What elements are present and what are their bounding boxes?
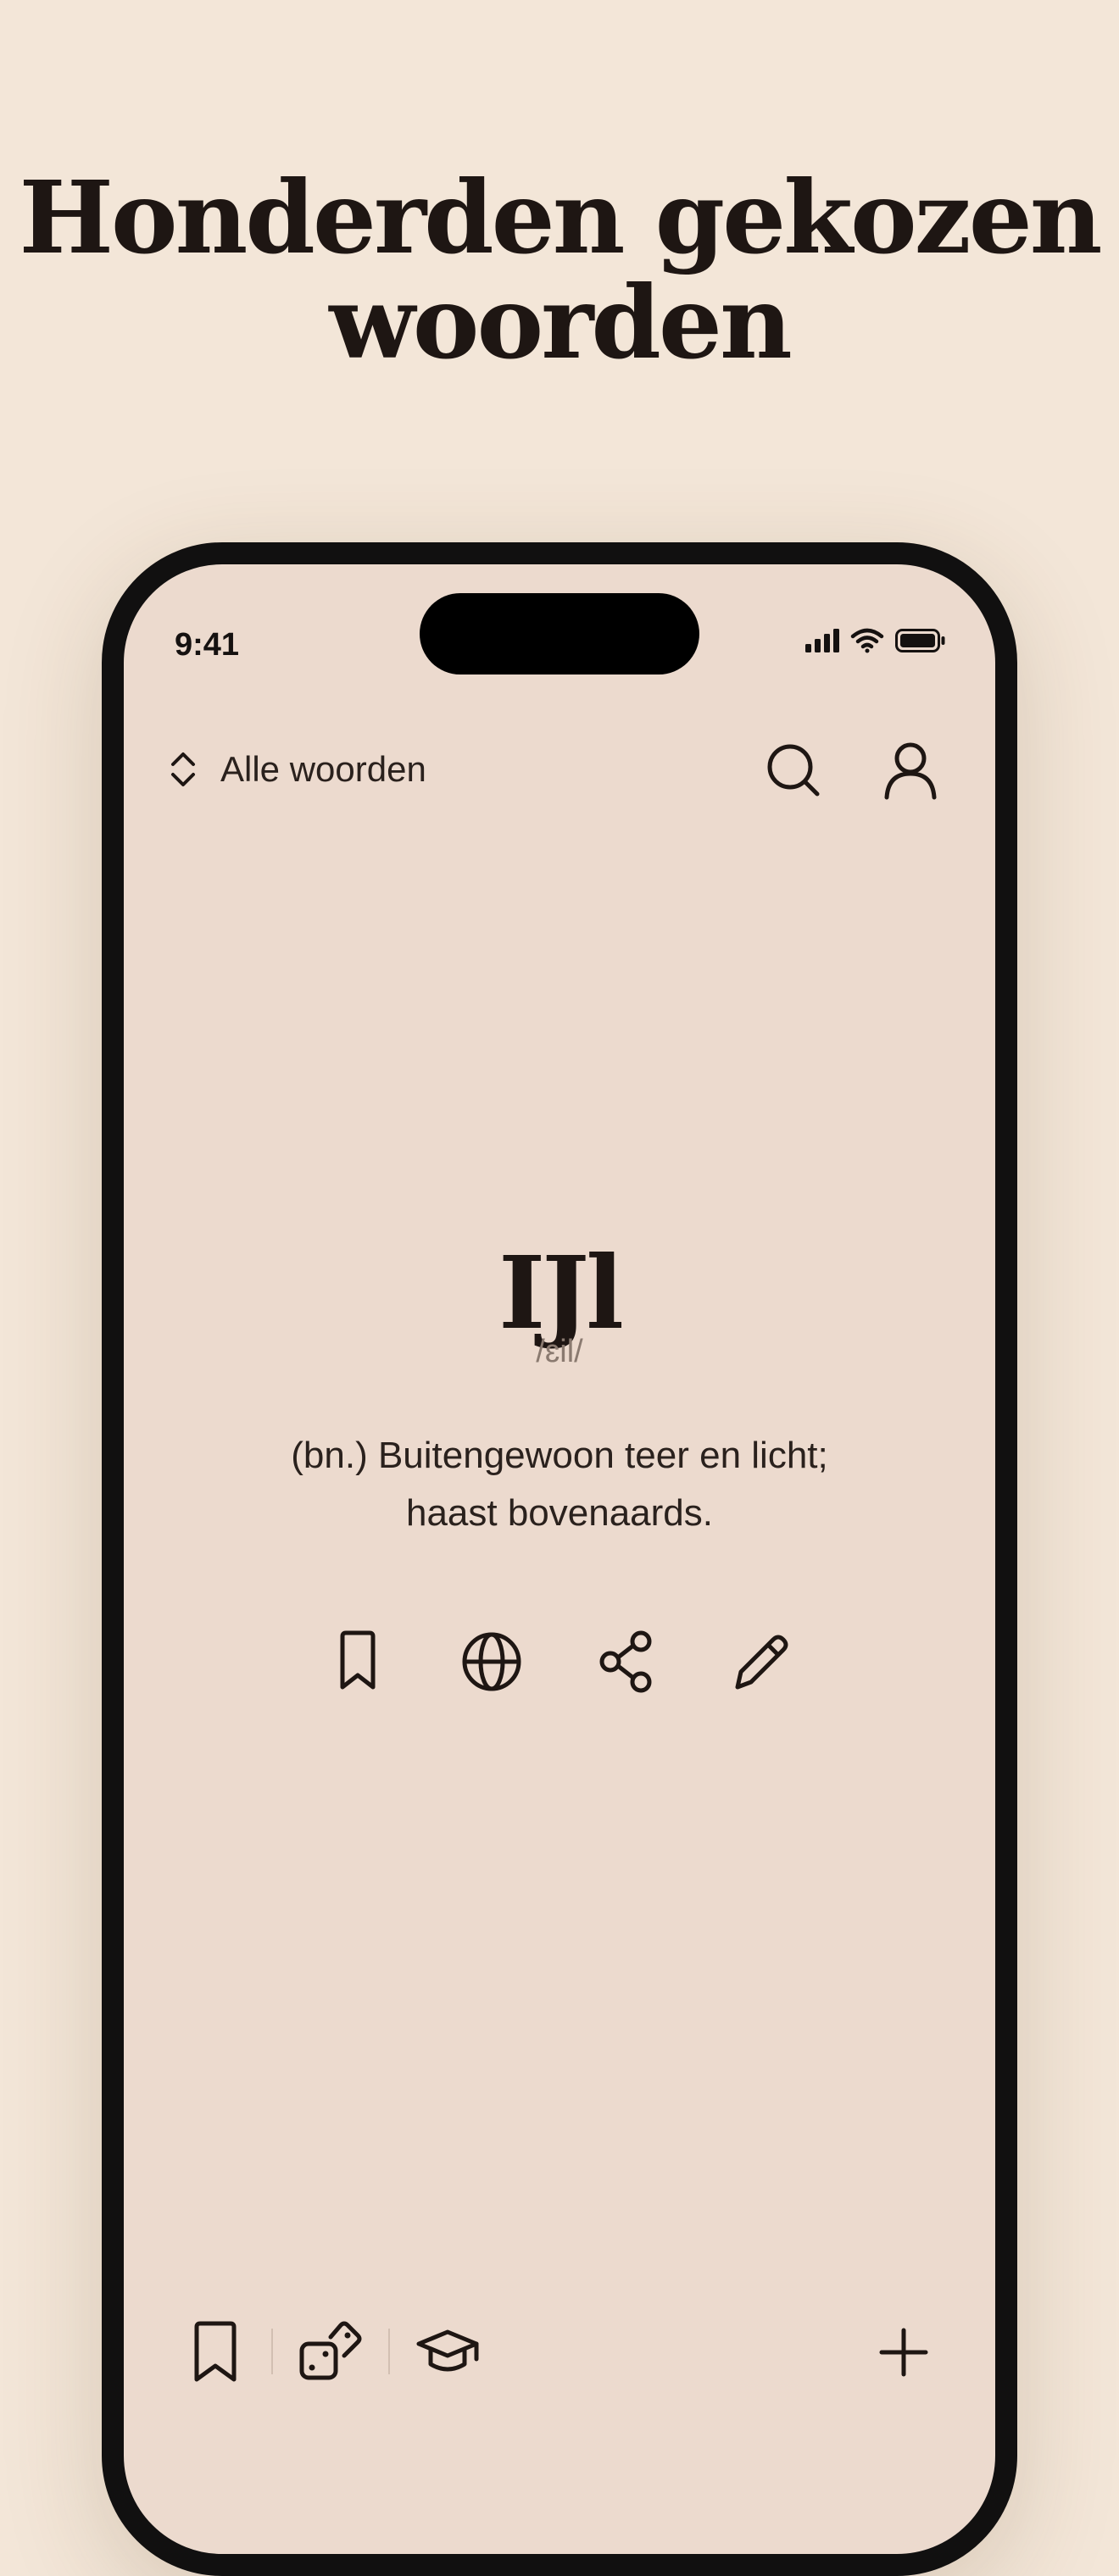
definition-line-1: (bn.) Buitengewoon teer en licht; [291,1435,828,1476]
learn-button[interactable] [414,2318,482,2386]
edit-button[interactable] [726,1628,793,1696]
cellular-signal-icon [805,629,839,652]
add-word-button[interactable] [870,2318,938,2386]
translate-button[interactable] [458,1628,526,1696]
word-actions [124,1628,995,1696]
dynamic-island [420,593,699,675]
toolbar-divider [271,2329,273,2374]
marketing-headline: Honderden gekozen woorden [0,165,1119,375]
search-button[interactable] [763,740,824,801]
bottom-toolbar [124,2318,995,2395]
phone-screen: 9:41 Alle woorden IJl /ɛil/ (bn.) Buiten… [124,564,995,2554]
bookmark-icon [194,2321,237,2382]
word-phonetic: /ɛil/ [536,1334,583,1369]
random-word-button[interactable] [297,2318,365,2386]
status-icons [805,628,946,653]
word-list-label: Alle woorden [220,749,426,789]
wifi-icon [850,628,884,653]
pencil-icon [735,1635,788,1690]
battery-icon [895,629,945,652]
phone-frame: 9:41 Alle woorden IJl /ɛil/ (bn.) Buiten… [102,542,1017,2576]
plus-icon [879,2328,928,2377]
share-icon [599,1630,652,1693]
chevron-up-down-icon [171,752,195,786]
toolbar-divider [388,2329,390,2374]
bookmark-icon [340,1630,376,1690]
word-definition: (bn.) Buitengewoon teer en licht; haast … [209,1427,910,1542]
graduation-cap-icon [416,2329,479,2372]
saved-words-button[interactable] [181,2318,249,2386]
share-button[interactable] [592,1628,660,1696]
profile-button[interactable] [880,740,941,801]
globe-icon [462,1632,521,1691]
dice-icon [299,2321,362,2380]
user-icon [884,742,937,800]
headline-line-2: woorden [329,264,793,381]
headline-line-1: Honderden gekozen [19,158,1102,276]
definition-line-2: haast bovenaards. [405,1492,714,1534]
word-list-switcher[interactable]: Alle woorden [168,747,426,791]
status-time: 9:41 [175,627,240,663]
bookmark-word-button[interactable] [324,1628,392,1696]
search-icon [767,744,820,797]
